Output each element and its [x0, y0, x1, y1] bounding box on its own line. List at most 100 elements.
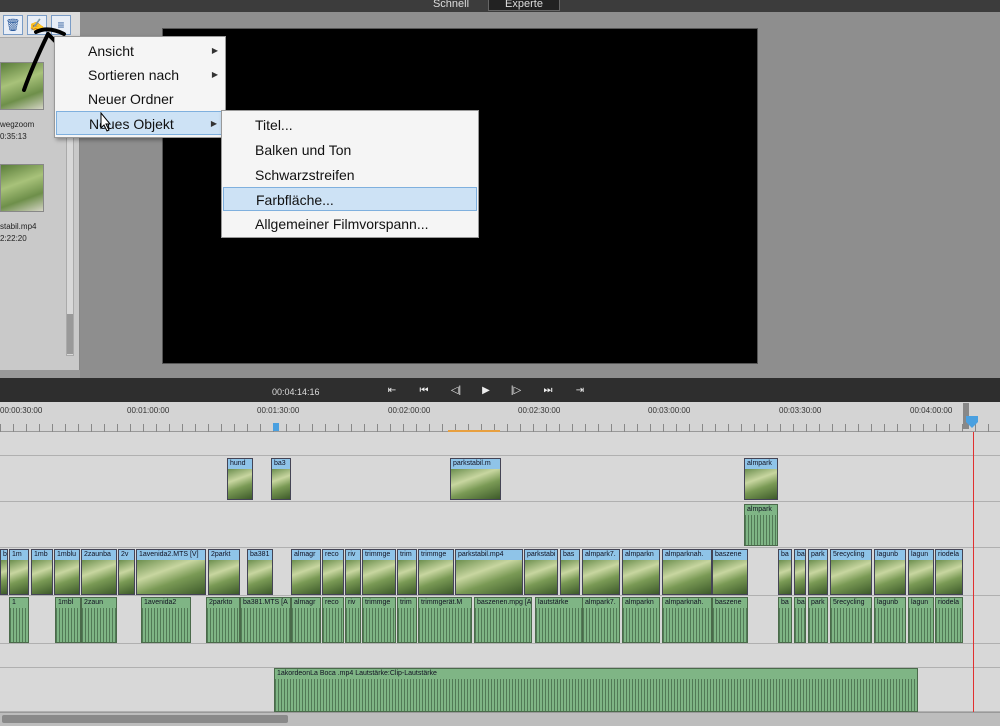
playhead-line [973, 432, 974, 716]
video-track-2: hund ba3 parkstabil.m almpark [0, 456, 1000, 502]
timecode-display: 00:04:14:16 [272, 387, 320, 397]
goto-end-button[interactable]: ⇥ [568, 383, 592, 399]
audio-clip[interactable]: 5recycling [830, 597, 872, 643]
audio-clip[interactable]: ba [794, 597, 806, 643]
video-clip[interactable]: 1avenida2.MTS [V] [136, 549, 206, 595]
previous-edit-button[interactable]: ⏮ [412, 383, 436, 399]
audio-clip[interactable]: riodela [935, 597, 963, 643]
video-clip[interactable]: hund [227, 458, 253, 500]
audio-clip[interactable]: 2zaun [81, 597, 117, 643]
audio-clip[interactable]: riv [345, 597, 361, 643]
step-back-button[interactable]: ◁| [444, 383, 468, 399]
menu-item-balken-und-ton[interactable]: Balken und Ton [223, 138, 477, 162]
video-clip[interactable]: riodela [935, 549, 963, 595]
ruler-label: 00:02:30:00 [518, 406, 561, 415]
video-clip[interactable]: ba [0, 549, 8, 595]
timeline-scrollbar-thumb[interactable] [2, 715, 288, 723]
audio-clip[interactable]: ba381.MTS [A [240, 597, 291, 643]
audio-clip[interactable]: park [808, 597, 828, 643]
menu-item-neues-objekt[interactable]: Neues Objekt ▶ [56, 111, 226, 135]
next-edit-button[interactable]: ⏭ [536, 383, 560, 399]
video-clip[interactable]: 2zaunba [81, 549, 117, 595]
submenu-arrow-icon: ▶ [210, 119, 217, 128]
video-clip[interactable]: almpark [744, 458, 778, 500]
video-clip[interactable]: riv [345, 549, 361, 595]
audio-clip[interactable]: 1mbl [55, 597, 81, 643]
video-clip[interactable]: almparknah. [662, 549, 712, 595]
video-clip[interactable]: ba [794, 549, 806, 595]
mode-quick-button[interactable]: Schnell [420, 0, 482, 11]
video-clip[interactable]: 1mblu [54, 549, 80, 595]
media-thumbnail[interactable] [0, 164, 44, 212]
audio-clip[interactable]: lagunb [874, 597, 906, 643]
video-clip[interactable]: 2v [118, 549, 135, 595]
video-clip[interactable]: parkstabi [524, 549, 558, 595]
video-clip[interactable]: lagun [908, 549, 934, 595]
marker-icon[interactable] [273, 423, 279, 431]
soundtrack-track: 1akordeonLa Boca .mp4 Lautstärke:Clip-La… [0, 668, 1000, 712]
audio-clip[interactable]: reco [322, 597, 344, 643]
audio-clip[interactable]: lagun [908, 597, 934, 643]
menu-item-filmvorspann[interactable]: Allgemeiner Filmvorspann... [223, 212, 477, 236]
submenu-arrow-icon: ▶ [211, 46, 218, 55]
ruler-ticks [0, 424, 1000, 432]
media-name: stabil.mp4 [0, 222, 37, 231]
video-clip[interactable]: lagunb [874, 549, 906, 595]
video-clip[interactable]: ba381 [247, 549, 273, 595]
transport-bar [0, 378, 1000, 402]
video-clip[interactable]: trimmge [362, 549, 396, 595]
video-clip[interactable]: 1m [9, 549, 29, 595]
video-clip[interactable]: baszene [712, 549, 748, 595]
audio-clip[interactable]: trim [397, 597, 417, 643]
audio-track-1: 1 1mbl 2zaun 1avenida2 2parkto ba381.MTS [A al… [0, 596, 1000, 644]
menu-item-titel[interactable]: Titel... [223, 113, 477, 137]
menu-item-farbflaeche[interactable]: Farbfläche... [223, 187, 477, 211]
audio-clip[interactable]: almparknah. [662, 597, 712, 643]
video-clip[interactable]: 1mb [31, 549, 53, 595]
ruler-label: 00:04:00:00 [910, 406, 953, 415]
menu-item-schwarzstreifen[interactable]: Schwarzstreifen [223, 163, 477, 187]
mode-expert-button[interactable]: Experte [488, 0, 560, 11]
video-clip[interactable]: trim [397, 549, 417, 595]
video-clip[interactable]: parkstabil.m [450, 458, 501, 500]
video-clip[interactable]: bas [560, 549, 580, 595]
video-clip[interactable]: 2parkt [208, 549, 240, 595]
video-clip[interactable]: parkstabil.mp4 [455, 549, 523, 595]
audio-clip[interactable]: trimmgerät.M [418, 597, 472, 643]
audio-clip[interactable]: almagr [291, 597, 321, 643]
audio-clip[interactable]: ba [778, 597, 792, 643]
step-forward-button[interactable]: |▷ [504, 383, 528, 399]
media-scrollbar-thumb[interactable] [67, 314, 73, 354]
audio-clip[interactable]: lautstärke [535, 597, 585, 643]
play-button[interactable]: ▶ [474, 383, 498, 399]
menu-item-ansicht[interactable]: Ansicht ▶ [56, 39, 226, 63]
soundtrack-clip[interactable]: 1akordeonLa Boca .mp4 Lautstärke:Clip-La… [274, 668, 918, 712]
video-clip[interactable]: trimmge [418, 549, 454, 595]
video-clip[interactable]: ba [778, 549, 792, 595]
video-clip[interactable]: reco [322, 549, 344, 595]
audio-clip[interactable]: almpark [744, 504, 778, 546]
soundtrack-fx: Lautstärke:Clip-Lautstärke [355, 670, 437, 677]
menu-item-neuer-ordner[interactable]: Neuer Ordner [56, 87, 226, 111]
video-clip[interactable]: ba3 [271, 458, 291, 500]
media-duration: 2:22:20 [0, 234, 27, 243]
audio-clip[interactable]: almparkn [622, 597, 660, 643]
video-clip[interactable]: almpark7. [582, 549, 620, 595]
audio-clip[interactable]: baszenen.mpg [A] [474, 597, 532, 643]
audio-clip[interactable]: 1 [9, 597, 29, 643]
audio-clip[interactable]: 2parkto [206, 597, 240, 643]
goto-start-button[interactable]: ⇤ [380, 383, 404, 399]
audio-clip[interactable]: 1avenida2 [141, 597, 191, 643]
soundtrack-name: 1akordeonLa Boca .mp4 [277, 670, 354, 677]
audio-clip[interactable]: baszene [712, 597, 748, 643]
media-name: wegzoom [0, 120, 35, 129]
video-clip[interactable]: almagr [291, 549, 321, 595]
video-clip[interactable]: almparkn [622, 549, 660, 595]
video-clip[interactable]: park [808, 549, 828, 595]
video-clip[interactable]: 5recycling [830, 549, 872, 595]
empty-track [0, 432, 1000, 456]
ruler-label: 00:02:00:00 [388, 406, 431, 415]
menu-item-sortieren[interactable]: Sortieren nach ▶ [56, 63, 226, 87]
audio-clip[interactable]: almpark7. [582, 597, 620, 643]
audio-clip[interactable]: trimmge [362, 597, 396, 643]
